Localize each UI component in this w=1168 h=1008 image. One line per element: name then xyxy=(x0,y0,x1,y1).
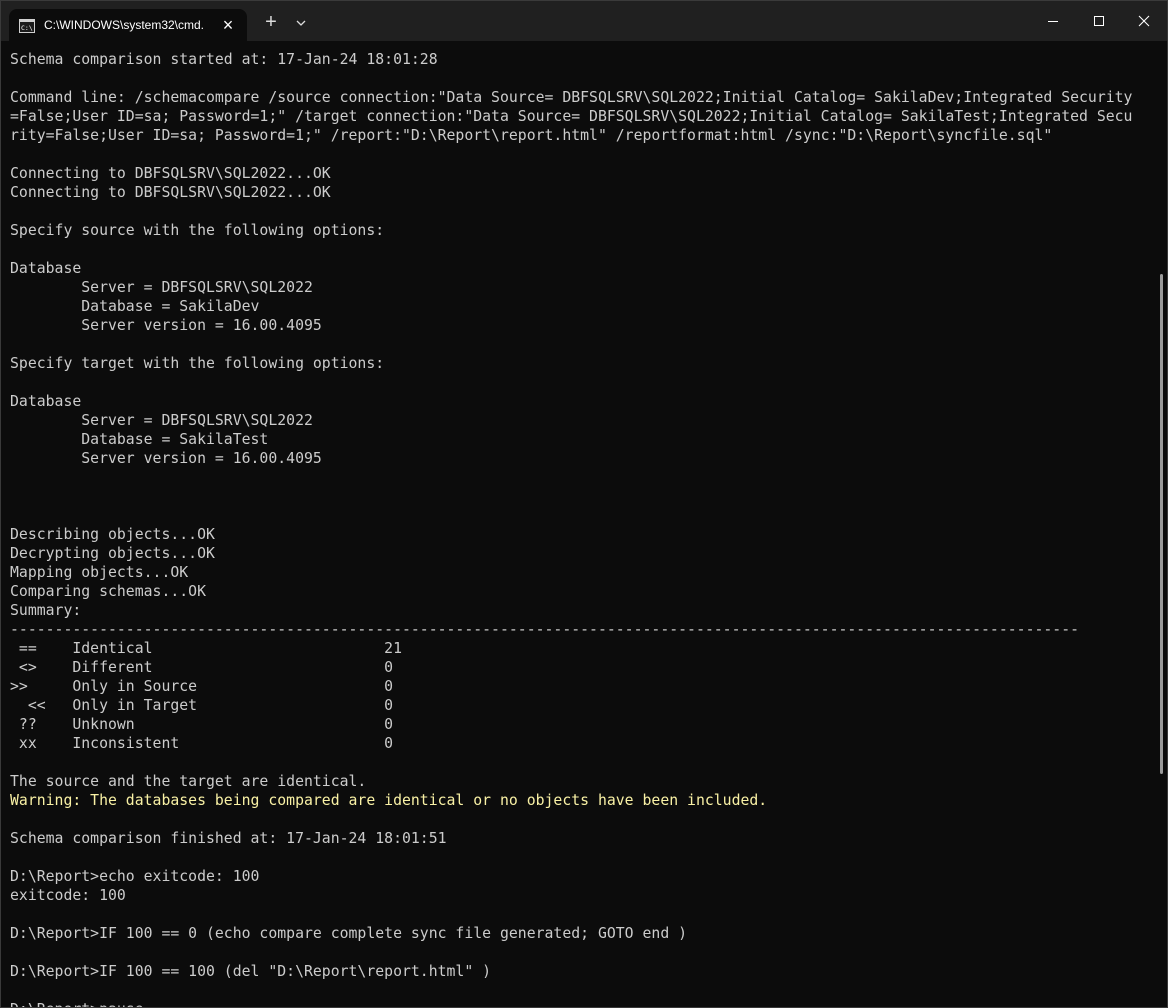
minimize-button[interactable] xyxy=(1030,1,1076,41)
terminal-line: Mapping objects...OK xyxy=(10,564,189,581)
terminal-line: Specify source with the following option… xyxy=(10,222,385,239)
terminal-window: C:\ C:\WINDOWS\system32\cmd. × + Schema … xyxy=(0,0,1168,1008)
title-bar[interactable]: C:\ C:\WINDOWS\system32\cmd. × + xyxy=(1,1,1167,42)
vertical-scrollbar[interactable] xyxy=(1160,274,1163,774)
terminal-line: exitcode: 100 xyxy=(10,887,126,904)
terminal-line: >> Only in Source 0 xyxy=(10,678,394,695)
chevron-down-icon xyxy=(296,20,306,26)
svg-text:C:\: C:\ xyxy=(21,24,33,32)
cmd-icon: C:\ xyxy=(19,19,35,33)
terminal-line: D:\Report>IF 100 == 0 (echo compare comp… xyxy=(10,925,688,942)
terminal-line: Database xyxy=(10,260,82,277)
terminal-line: Database = SakilaDev xyxy=(10,298,260,315)
tab-close-button[interactable]: × xyxy=(217,15,239,37)
new-tab-button[interactable]: + xyxy=(259,11,283,35)
maximize-icon xyxy=(1094,16,1104,26)
terminal-line: xx Inconsistent 0 xyxy=(10,735,394,752)
tab-title: C:\WINDOWS\system32\cmd. xyxy=(44,18,205,32)
terminal-line: Summary: xyxy=(10,602,82,619)
terminal-line: Describing objects...OK xyxy=(10,526,215,543)
terminal-line: The source and the target are identical. xyxy=(10,773,367,790)
warning-line: Warning: The databases being compared ar… xyxy=(10,792,768,809)
terminal-line: Database = SakilaTest xyxy=(10,431,269,448)
tab-cmd[interactable]: C:\ C:\WINDOWS\system32\cmd. × xyxy=(9,9,247,42)
terminal-line: =False;User ID=sa; Password=1;" /target … xyxy=(10,108,1133,125)
terminal-line: ----------------------------------------… xyxy=(10,621,1080,638)
terminal-line: Schema comparison started at: 17-Jan-24 … xyxy=(10,51,438,68)
terminal-line: Database xyxy=(10,393,82,410)
terminal-line: Server version = 16.00.4095 xyxy=(10,317,322,334)
tab-dropdown-button[interactable] xyxy=(291,13,311,33)
terminal-line: Server version = 16.00.4095 xyxy=(10,450,322,467)
terminal-line: Comparing schemas...OK xyxy=(10,583,206,600)
terminal-line: <> Different 0 xyxy=(10,659,394,676)
minimize-icon xyxy=(1048,21,1058,22)
terminal-line: ?? Unknown 0 xyxy=(10,716,394,733)
terminal-line: << Only in Target 0 xyxy=(10,697,394,714)
terminal-line: Decrypting objects...OK xyxy=(10,545,215,562)
terminal-line: Server = DBFSQLSRV\SQL2022 xyxy=(10,412,313,429)
terminal-line: Schema comparison finished at: 17-Jan-24… xyxy=(10,830,447,847)
close-icon: × xyxy=(222,15,234,35)
terminal-line: == Identical 21 xyxy=(10,640,402,657)
terminal-line: Connecting to DBFSQLSRV\SQL2022...OK xyxy=(10,165,331,182)
close-icon xyxy=(1138,15,1150,27)
terminal-line: Command line: /schemacompare /source con… xyxy=(10,89,1133,106)
terminal-line: rity=False;User ID=sa; Password=1;" /rep… xyxy=(10,127,1053,144)
terminal-line: D:\Report>pause xyxy=(10,1000,1160,1007)
terminal-line: Connecting to DBFSQLSRV\SQL2022...OK xyxy=(10,184,331,201)
terminal-line: D:\Report>IF 100 == 100 (del "D:\Report\… xyxy=(10,963,492,980)
maximize-button[interactable] xyxy=(1076,1,1122,41)
terminal-output[interactable]: Schema comparison started at: 17-Jan-24 … xyxy=(10,50,1160,1007)
terminal-line: Specify target with the following option… xyxy=(10,355,385,372)
plus-icon: + xyxy=(265,11,277,33)
terminal-line: D:\Report>echo exitcode: 100 xyxy=(10,868,260,885)
terminal-line: Server = DBFSQLSRV\SQL2022 xyxy=(10,279,313,296)
close-window-button[interactable] xyxy=(1121,1,1167,41)
